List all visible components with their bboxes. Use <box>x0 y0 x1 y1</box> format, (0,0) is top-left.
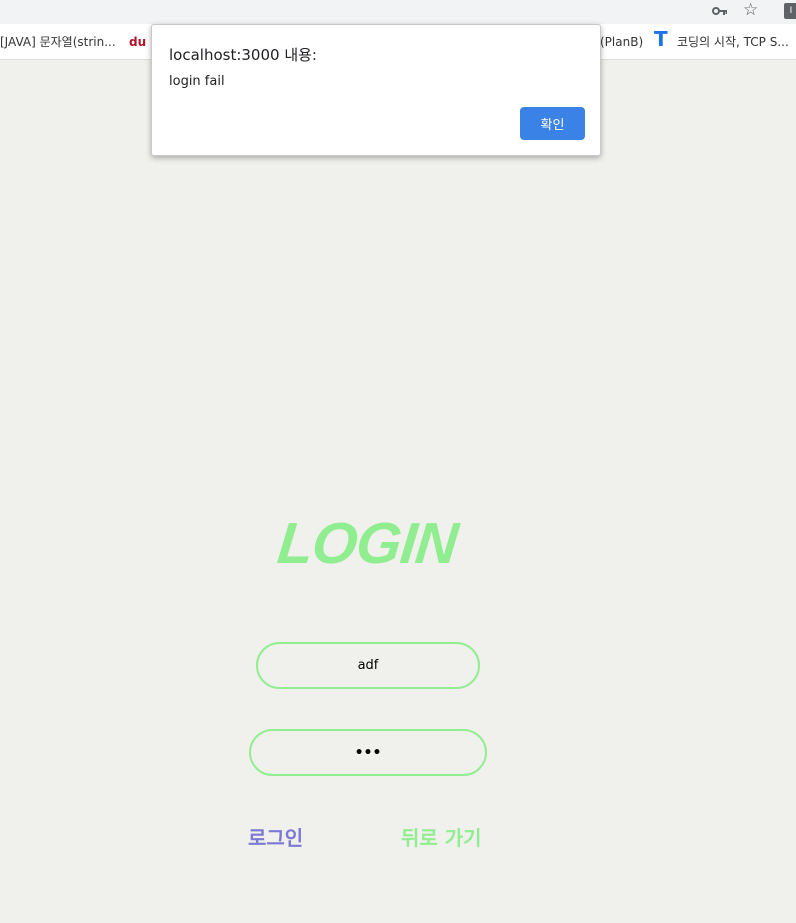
id-input[interactable] <box>256 642 480 689</box>
t-icon[interactable]: T <box>654 29 668 49</box>
dialog-title: localhost:3000 내용: <box>169 46 317 64</box>
alert-dialog: localhost:3000 내용: login fail 확인 <box>151 24 601 156</box>
dialog-ok-button[interactable]: 확인 <box>520 107 585 140</box>
back-button[interactable]: 뒤로 가기 <box>401 822 482 851</box>
login-heading-text: LOGIN <box>274 511 461 576</box>
bookmark-java-strings[interactable]: [JAVA] 문자열(strin... <box>0 34 116 50</box>
extension-icon[interactable]: I <box>784 3 796 19</box>
bookmark-du[interactable]: du <box>129 34 146 50</box>
login-button[interactable]: 로그인 <box>248 822 303 851</box>
bookmark-tcp[interactable]: 코딩의 시작, TCP S... <box>677 34 789 50</box>
browser-top-strip: ☆ I <box>0 0 796 24</box>
star-icon[interactable]: ☆ <box>743 1 758 19</box>
dialog-message: login fail <box>169 74 225 89</box>
password-input[interactable] <box>249 729 487 776</box>
key-icon[interactable] <box>712 4 728 18</box>
login-heading: LOGIN <box>0 510 735 577</box>
bookmark-planb[interactable]: (PlanB) <box>600 34 643 50</box>
